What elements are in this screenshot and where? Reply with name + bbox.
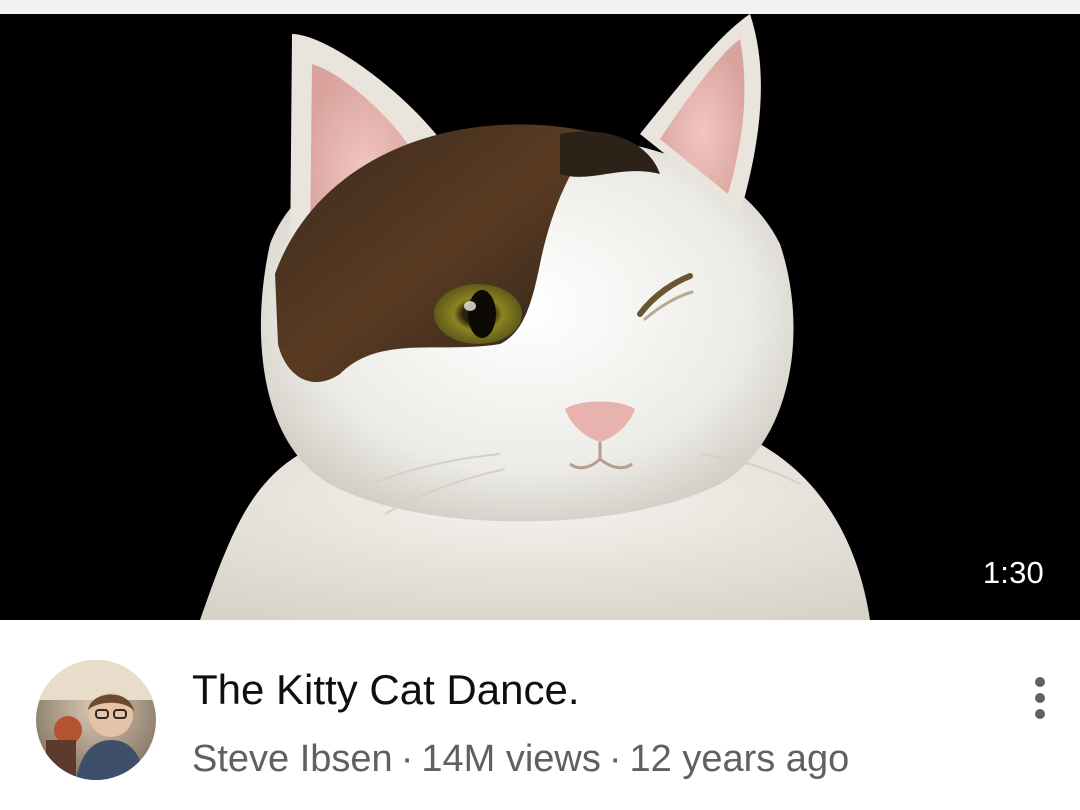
video-info: Steve Ibsen · 14M views · 12 years ago	[192, 736, 849, 782]
top-divider	[0, 0, 1080, 14]
video-title[interactable]: The Kitty Cat Dance.	[192, 664, 580, 716]
video-duration: 1:30	[982, 555, 1044, 590]
video-meta-row: The Kitty Cat Dance. Steve Ibsen · 14M vie…	[0, 620, 1080, 810]
cat-thumbnail-image	[0, 14, 1080, 620]
channel-name[interactable]: Steve Ibsen	[192, 738, 393, 780]
view-count: 14M views	[421, 738, 601, 780]
separator-dot: ·	[608, 738, 622, 780]
more-dot	[1035, 693, 1045, 703]
separator-dot: ·	[400, 738, 414, 780]
more-dot	[1035, 677, 1045, 687]
more-dot	[1035, 709, 1045, 719]
channel-avatar-image	[36, 660, 156, 780]
channel-avatar[interactable]	[36, 660, 156, 780]
more-vert-icon[interactable]	[1020, 668, 1060, 728]
upload-age: 12 years ago	[629, 738, 850, 780]
video-thumbnail[interactable]: 1:30	[0, 14, 1080, 620]
